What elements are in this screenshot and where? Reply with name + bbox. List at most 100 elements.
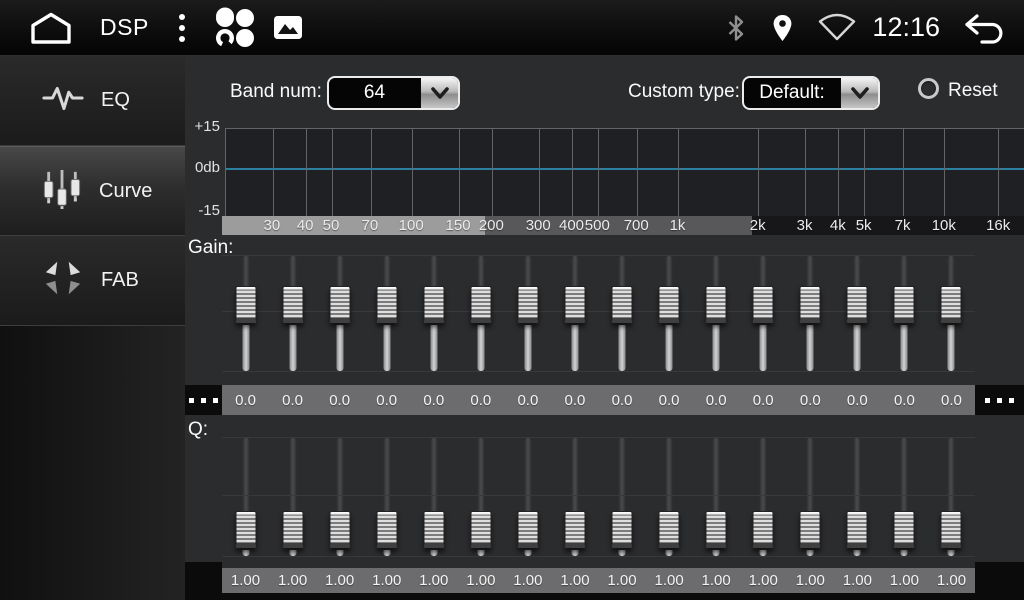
- sidebar-item-label: EQ: [101, 89, 130, 112]
- slider-thumb[interactable]: [329, 286, 350, 323]
- q-slider[interactable]: [881, 438, 928, 556]
- q-slider[interactable]: [834, 438, 881, 556]
- gain-scroll-right-button[interactable]: [975, 385, 1024, 415]
- slider-thumb[interactable]: [612, 511, 633, 548]
- freq-tick-label: 500: [585, 216, 610, 235]
- slider-track-upper: [571, 256, 578, 290]
- q-slider[interactable]: [551, 438, 598, 556]
- gain-slider[interactable]: [787, 256, 834, 371]
- gain-slider[interactable]: [504, 256, 551, 371]
- slider-thumb[interactable]: [800, 286, 821, 323]
- gain-slider[interactable]: [410, 256, 457, 371]
- q-value: 1.00: [787, 572, 834, 589]
- q-slider[interactable]: [269, 438, 316, 556]
- q-slider[interactable]: [457, 438, 504, 556]
- slider-track-lower: [901, 325, 908, 371]
- q-slider[interactable]: [222, 438, 269, 556]
- slider-thumb[interactable]: [847, 511, 868, 548]
- slider-track-lower: [477, 325, 484, 371]
- slider-thumb[interactable]: [423, 511, 444, 548]
- slider-track-lower: [713, 325, 720, 371]
- slider-thumb[interactable]: [235, 511, 256, 548]
- q-slider[interactable]: [363, 438, 410, 556]
- sidebar: EQ Curve: [0, 56, 185, 600]
- gain-slider[interactable]: [834, 256, 881, 371]
- slider-thumb[interactable]: [235, 286, 256, 323]
- chevron-down-icon[interactable]: [420, 78, 458, 108]
- q-slider[interactable]: [410, 438, 457, 556]
- slider-track-upper: [619, 438, 626, 514]
- slider-track-upper: [477, 256, 484, 290]
- back-icon[interactable]: [962, 11, 1008, 45]
- slider-thumb[interactable]: [894, 286, 915, 323]
- slider-thumb[interactable]: [329, 511, 350, 548]
- apps-clover-icon[interactable]: [213, 6, 257, 50]
- sidebar-item-fab[interactable]: FAB: [0, 236, 185, 326]
- freq-tick-label: 10k: [932, 216, 956, 235]
- gain-slider[interactable]: [269, 256, 316, 371]
- grid-line: [678, 129, 679, 216]
- gain-slider[interactable]: [222, 256, 269, 371]
- gain-scroll-left-button[interactable]: [185, 385, 222, 415]
- slider-thumb[interactable]: [423, 286, 444, 323]
- gallery-icon[interactable]: [273, 15, 303, 40]
- sidebar-item-curve[interactable]: Curve: [0, 146, 185, 236]
- q-slider[interactable]: [646, 438, 693, 556]
- slider-thumb[interactable]: [753, 511, 774, 548]
- gain-slider[interactable]: [928, 256, 975, 371]
- grid-line: [332, 129, 333, 216]
- gain-slider[interactable]: [457, 256, 504, 371]
- slider-thumb[interactable]: [941, 286, 962, 323]
- slider-thumb[interactable]: [517, 511, 538, 548]
- reset-radio-button[interactable]: [918, 78, 939, 99]
- q-slider[interactable]: [599, 438, 646, 556]
- chevron-down-icon[interactable]: [840, 78, 878, 108]
- sidebar-empty-area: [0, 326, 185, 600]
- custom-type-dropdown[interactable]: Default:: [742, 76, 880, 110]
- slider-thumb[interactable]: [941, 511, 962, 548]
- gain-slider[interactable]: [693, 256, 740, 371]
- gain-slider[interactable]: [646, 256, 693, 371]
- band-num-dropdown[interactable]: 64: [327, 76, 460, 110]
- freq-tick-label: 1k: [670, 216, 686, 235]
- sidebar-item-eq[interactable]: EQ: [0, 56, 185, 146]
- gain-slider[interactable]: [316, 256, 363, 371]
- slider-thumb[interactable]: [376, 511, 397, 548]
- gain-slider[interactable]: [881, 256, 928, 371]
- gain-value: 0.0: [599, 392, 646, 409]
- q-slider[interactable]: [693, 438, 740, 556]
- slider-thumb[interactable]: [800, 511, 821, 548]
- q-slider[interactable]: [740, 438, 787, 556]
- dsp-screen: DSP: [0, 0, 1024, 600]
- slider-thumb[interactable]: [612, 286, 633, 323]
- slider-thumb[interactable]: [282, 286, 303, 323]
- gain-slider[interactable]: [363, 256, 410, 371]
- slider-thumb[interactable]: [894, 511, 915, 548]
- gain-slider[interactable]: [599, 256, 646, 371]
- q-value: 1.00: [740, 572, 787, 589]
- slider-thumb[interactable]: [517, 286, 538, 323]
- q-slider[interactable]: [316, 438, 363, 556]
- slider-thumb[interactable]: [706, 511, 727, 548]
- slider-thumb[interactable]: [470, 511, 491, 548]
- gain-slider[interactable]: [551, 256, 598, 371]
- slider-track-upper: [242, 256, 249, 290]
- frequency-axis-strip[interactable]: 304050701001502003004005007001k2k3k4k5k7…: [222, 216, 1024, 235]
- slider-thumb[interactable]: [753, 286, 774, 323]
- slider-thumb[interactable]: [376, 286, 397, 323]
- slider-thumb[interactable]: [564, 511, 585, 548]
- slider-thumb[interactable]: [706, 286, 727, 323]
- q-slider[interactable]: [928, 438, 975, 556]
- slider-thumb[interactable]: [470, 286, 491, 323]
- gain-slider[interactable]: [740, 256, 787, 371]
- slider-thumb[interactable]: [659, 286, 680, 323]
- slider-thumb[interactable]: [564, 286, 585, 323]
- q-slider[interactable]: [787, 438, 834, 556]
- q-slider[interactable]: [504, 438, 551, 556]
- slider-thumb[interactable]: [659, 511, 680, 548]
- home-icon[interactable]: [28, 11, 74, 45]
- slider-thumb[interactable]: [282, 511, 303, 548]
- slider-thumb[interactable]: [847, 286, 868, 323]
- menu-dots-icon[interactable]: [173, 8, 191, 48]
- gain-value: 0.0: [740, 392, 787, 409]
